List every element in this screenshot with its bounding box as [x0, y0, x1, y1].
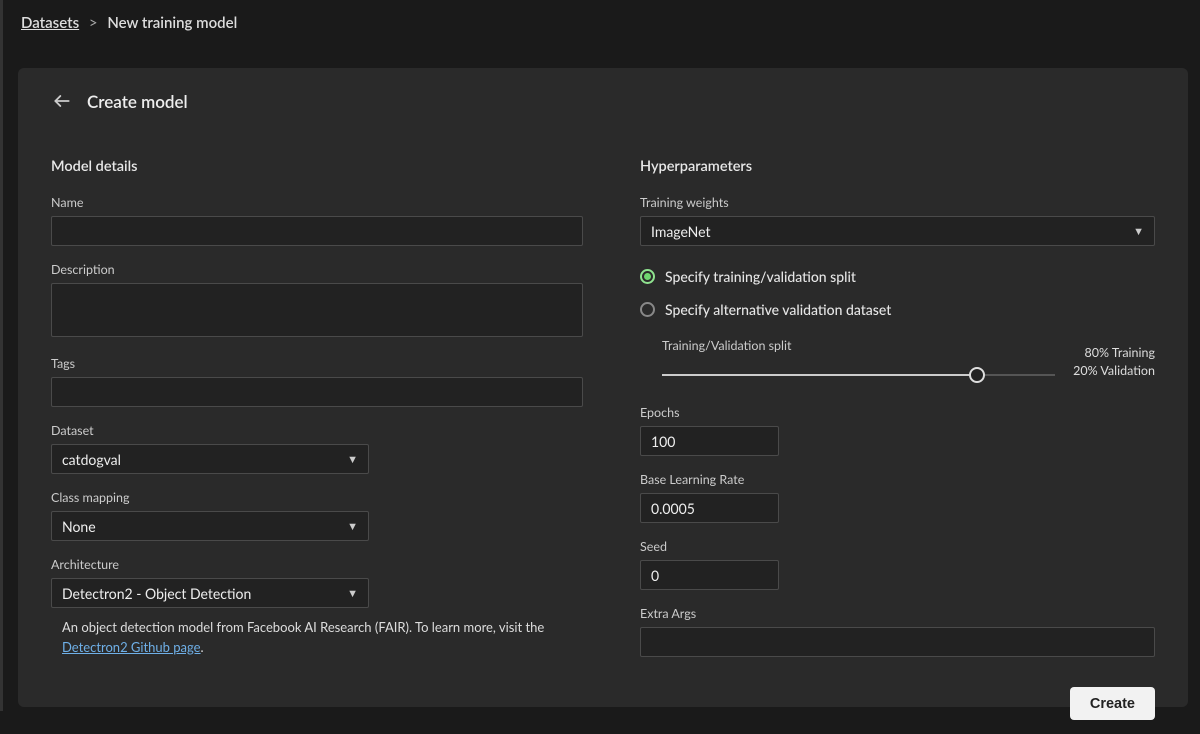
class-mapping-label: Class mapping — [51, 490, 566, 505]
field-class-mapping: Class mapping None ▼ — [51, 490, 566, 541]
architecture-label: Architecture — [51, 557, 566, 572]
field-dataset: Dataset catdogval ▼ — [51, 423, 566, 474]
back-arrow-icon[interactable] — [51, 90, 73, 112]
field-split: Training/Validation split 80% Training 2… — [640, 338, 1155, 383]
tags-label: Tags — [51, 356, 583, 371]
form-body: Model details Name Description Tags Data… — [18, 134, 1188, 673]
training-weights-label: Training weights — [640, 195, 1155, 210]
class-mapping-select[interactable]: None ▼ — [51, 511, 369, 541]
validation-mode-radio-group: Specify training/validation split Specif… — [640, 268, 1155, 318]
epochs-input[interactable] — [640, 426, 779, 456]
radio-icon — [640, 302, 655, 317]
seed-input[interactable] — [640, 560, 779, 590]
extra-args-label: Extra Args — [640, 606, 1155, 621]
radio-specify-split[interactable]: Specify training/validation split — [640, 268, 1155, 285]
breadcrumb: Datasets > New training model — [3, 0, 1200, 46]
field-base-lr: Base Learning Rate — [640, 472, 1155, 523]
field-epochs: Epochs — [640, 405, 1155, 456]
name-label: Name — [51, 195, 583, 210]
chevron-down-icon: ▼ — [347, 587, 358, 600]
architecture-select-value: Detectron2 - Object Detection — [62, 585, 347, 602]
lr-input[interactable] — [640, 493, 779, 523]
lr-label: Base Learning Rate — [640, 472, 1155, 487]
radio-specify-alt-dataset[interactable]: Specify alternative validation dataset — [640, 301, 1155, 318]
chevron-down-icon: ▼ — [1133, 225, 1144, 238]
slider-thumb[interactable] — [969, 367, 985, 383]
tags-input[interactable] — [51, 377, 583, 407]
breadcrumb-root-link[interactable]: Datasets — [21, 14, 79, 32]
split-readout: 80% Training 20% Validation — [1073, 338, 1155, 379]
architecture-select[interactable]: Detectron2 - Object Detection ▼ — [51, 578, 369, 608]
panel-header: Create model — [18, 68, 1188, 134]
split-label: Training/Validation split — [662, 338, 1055, 353]
section-title-hyperparameters: Hyperparameters — [640, 158, 1155, 175]
breadcrumb-separator: > — [89, 14, 98, 32]
description-input[interactable] — [51, 283, 583, 337]
seed-label: Seed — [640, 539, 1155, 554]
field-architecture: Architecture Detectron2 - Object Detecti… — [51, 557, 566, 657]
radio-icon — [640, 269, 655, 284]
field-extra-args: Extra Args — [640, 606, 1155, 657]
field-name: Name — [51, 195, 583, 246]
training-weights-select[interactable]: ImageNet ▼ — [640, 216, 1155, 246]
architecture-description: An object detection model from Facebook … — [51, 618, 566, 657]
create-model-panel: Create model Model details Name Descript… — [18, 68, 1188, 707]
class-mapping-select-value: None — [62, 518, 347, 535]
dataset-select-value: catdogval — [62, 451, 347, 468]
field-training-weights: Training weights ImageNet ▼ — [640, 195, 1155, 246]
training-weights-select-value: ImageNet — [651, 223, 1133, 240]
extra-args-input[interactable] — [640, 627, 1155, 657]
dataset-label: Dataset — [51, 423, 566, 438]
slider-track-fill — [662, 374, 977, 376]
chevron-down-icon: ▼ — [347, 520, 358, 533]
split-readout-val: 20% Validation — [1073, 362, 1155, 380]
name-input[interactable] — [51, 216, 583, 246]
field-tags: Tags — [51, 356, 583, 407]
section-title-model-details: Model details — [51, 158, 566, 175]
architecture-github-link[interactable]: Detectron2 Github page — [62, 639, 201, 655]
split-slider[interactable] — [662, 367, 1055, 383]
chevron-down-icon: ▼ — [347, 453, 358, 466]
hyperparameters-column: Hyperparameters Training weights ImageNe… — [640, 158, 1155, 673]
split-readout-train: 80% Training — [1073, 344, 1155, 362]
radio-alt-label: Specify alternative validation dataset — [665, 301, 891, 318]
panel-footer: Create — [18, 673, 1188, 734]
description-label: Description — [51, 262, 583, 277]
dataset-select[interactable]: catdogval ▼ — [51, 444, 369, 474]
radio-split-label: Specify training/validation split — [665, 268, 856, 285]
epochs-label: Epochs — [640, 405, 1155, 420]
panel-title: Create model — [87, 91, 188, 112]
model-details-column: Model details Name Description Tags Data… — [51, 158, 566, 673]
field-seed: Seed — [640, 539, 1155, 590]
create-button[interactable]: Create — [1070, 687, 1155, 720]
breadcrumb-current: New training model — [107, 14, 237, 32]
field-description: Description — [51, 262, 583, 340]
